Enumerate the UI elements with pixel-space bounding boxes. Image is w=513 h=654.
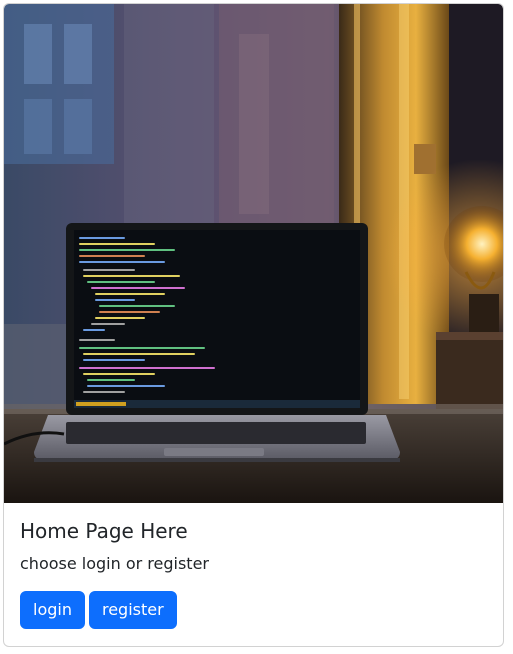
button-row: login register <box>20 591 487 629</box>
login-button[interactable]: login <box>20 591 85 629</box>
card-title: Home Page Here <box>20 519 188 543</box>
laptop-at-window-photo <box>4 4 503 503</box>
register-button[interactable]: register <box>88 591 177 629</box>
card-body: Home Page Here choose login or register … <box>4 503 503 629</box>
card-text: choose login or register <box>20 554 209 573</box>
home-card: Home Page Here choose login or register … <box>3 3 504 647</box>
